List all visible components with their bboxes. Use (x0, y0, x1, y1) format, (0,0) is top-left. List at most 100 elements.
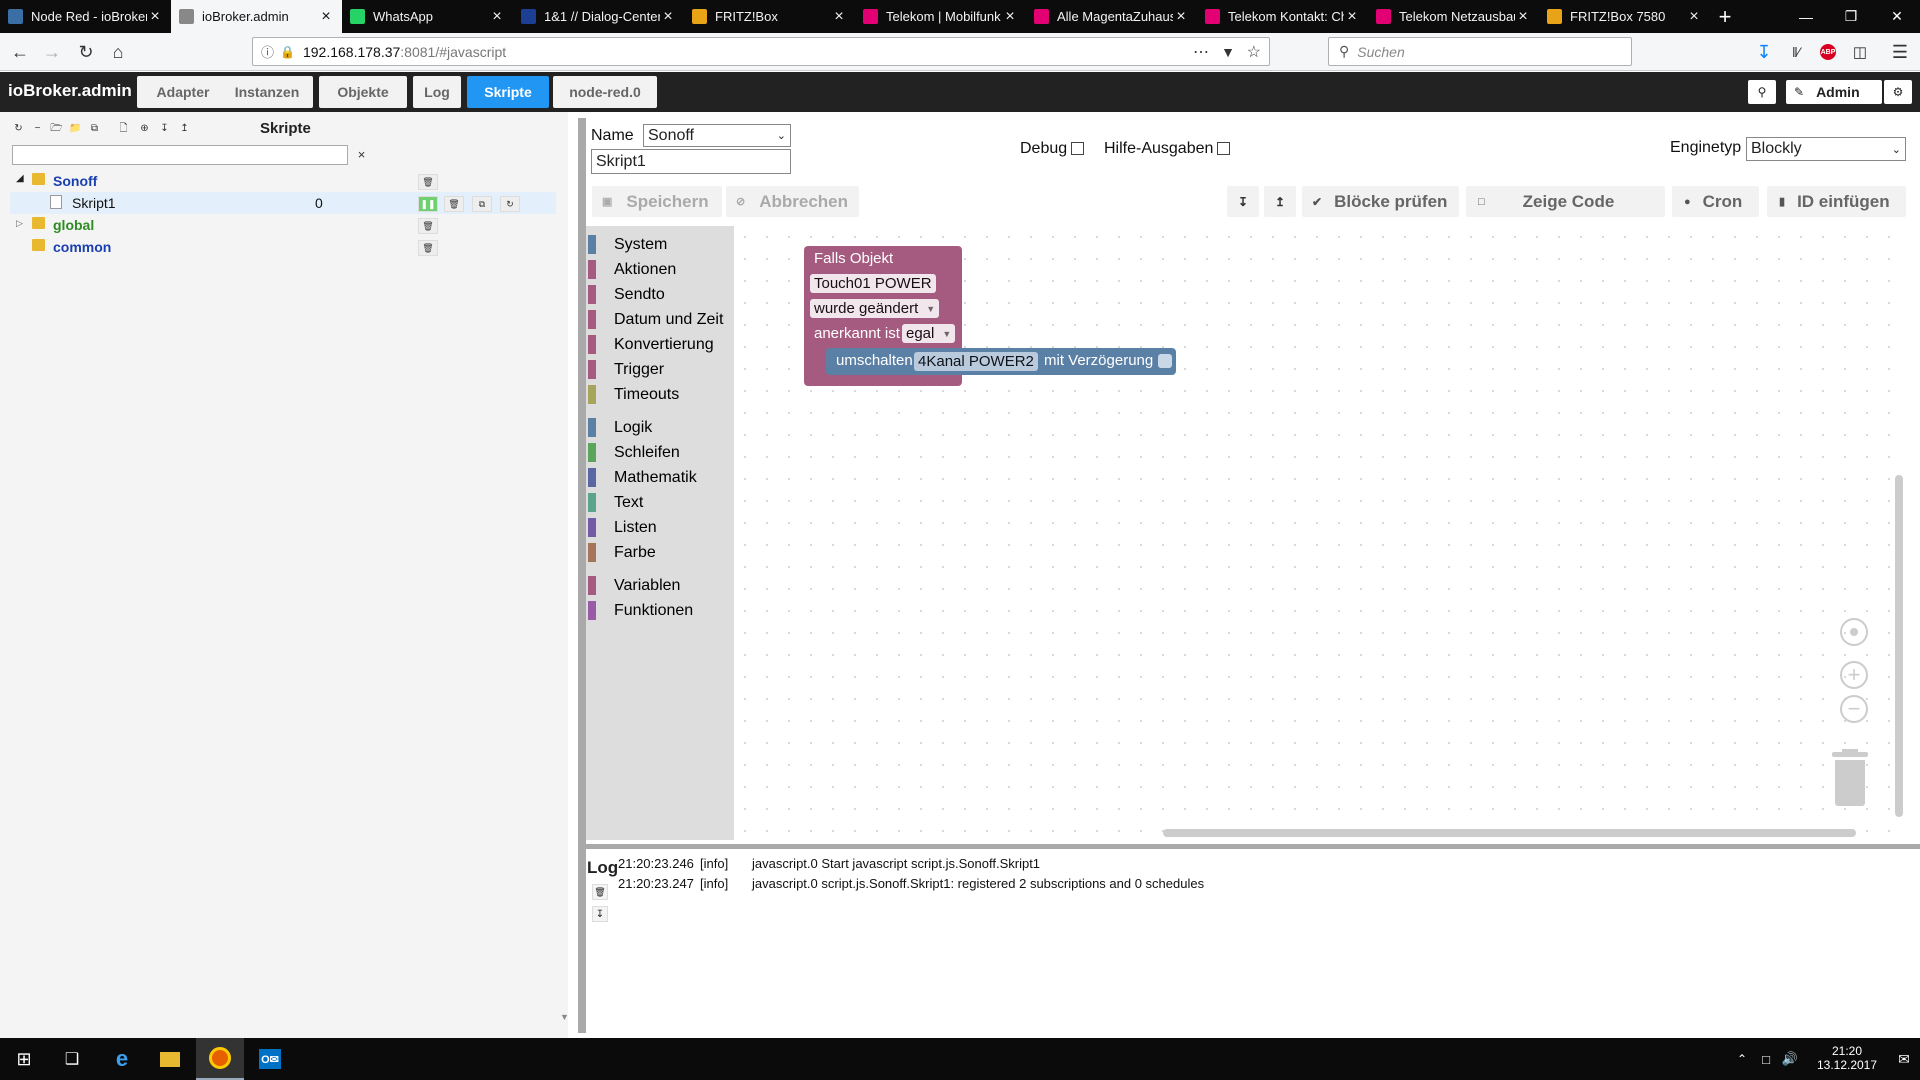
close-tab-icon[interactable]: × (1515, 8, 1531, 26)
trigger-object-field[interactable]: Touch01 POWER (810, 274, 936, 293)
search-icon[interactable]: ⚲ (1748, 80, 1776, 104)
windows-start-icon[interactable]: ⊞ (0, 1038, 48, 1080)
browser-tab[interactable]: Telekom Kontakt: Ch × (1197, 0, 1368, 33)
delete-icon[interactable]: 🗑 (418, 240, 438, 256)
close-tab-icon[interactable]: × (318, 8, 334, 26)
tree-row-sonoff[interactable]: ◢ Sonoff 🗑 (10, 170, 556, 192)
url-bar[interactable]: ⓘ 🔒 192.168.178.37:8081/#javascript ⋯ ▼ … (252, 37, 1270, 66)
pocket-icon[interactable]: ▼ (1221, 44, 1235, 60)
zoom-out-icon[interactable]: − (1840, 695, 1868, 723)
browser-tab[interactable]: FRITZ!Box × (684, 0, 855, 33)
delete-icon[interactable]: 🗑 (444, 196, 464, 212)
firefox-icon[interactable] (196, 1038, 244, 1080)
toolbox-category[interactable]: Funktionen (586, 599, 734, 622)
tree-row-common[interactable]: common 🗑 (10, 236, 556, 258)
close-tab-icon[interactable]: × (489, 8, 505, 26)
browser-tab[interactable]: 1&1 // Dialog-Center × (513, 0, 684, 33)
forward-icon[interactable]: → (38, 38, 66, 66)
task-view-icon[interactable]: ❑ (48, 1038, 96, 1080)
tab-adapter[interactable]: Adapter (137, 76, 229, 108)
home-icon[interactable]: ⌂ (104, 38, 132, 66)
engine-select[interactable]: Blockly ⌄ (1746, 137, 1906, 161)
hilfe-checkbox[interactable] (1217, 142, 1231, 156)
minimize-icon[interactable]: — (1783, 0, 1829, 33)
search-input[interactable]: ⚲ Suchen (1328, 37, 1632, 66)
tab-log[interactable]: Log (413, 76, 461, 108)
refresh-icon[interactable]: ↻ (12, 122, 25, 135)
menu-icon[interactable]: ☰ (1886, 38, 1914, 66)
close-tab-icon[interactable]: × (831, 8, 847, 26)
scroll-down-icon[interactable]: ▼ (560, 1012, 569, 1022)
user-button[interactable]: ✎ Admin (1786, 80, 1882, 104)
delete-icon[interactable]: 🗑 (418, 218, 438, 234)
browser-tab[interactable]: Telekom | Mobilfunk × (855, 0, 1026, 33)
browser-tab[interactable]: ioBroker.admin × (171, 0, 342, 33)
tab-node-red[interactable]: node-red.0 (553, 76, 657, 108)
outlook-icon[interactable]: O✉ (246, 1038, 294, 1080)
check-blocks-button[interactable]: ✔ Blöcke prüfen (1302, 186, 1459, 217)
new-file-icon[interactable]: 🗋 (117, 122, 130, 135)
debug-option[interactable]: Debug (1020, 140, 1085, 158)
toolbox-category[interactable]: Variablen (586, 574, 734, 597)
network-icon[interactable]: □ (1754, 1038, 1778, 1080)
browser-tab[interactable]: Telekom Netzausbau × (1368, 0, 1539, 33)
add-icon[interactable]: ⊕ (138, 122, 151, 135)
volume-icon[interactable]: 🔊 (1778, 1038, 1802, 1080)
horizontal-scrollbar[interactable] (1163, 829, 1856, 837)
import-icon[interactable]: ↥ (1264, 186, 1296, 217)
browser-tab[interactable]: WhatsApp × (342, 0, 513, 33)
close-tab-icon[interactable]: × (1344, 8, 1360, 26)
insert-id-button[interactable]: ▮ ID einfügen (1767, 186, 1906, 217)
clear-log-icon[interactable]: 🗑 (592, 884, 608, 900)
taskbar-clock[interactable]: 21:20 13.12.2017 (1806, 1044, 1888, 1072)
close-window-icon[interactable]: ✕ (1874, 0, 1920, 33)
export-icon[interactable]: ↧ (1227, 186, 1259, 217)
expand-icon[interactable]: ◢ (16, 173, 24, 184)
toolbox-category[interactable]: Aktionen (586, 258, 734, 281)
close-tab-icon[interactable]: × (660, 8, 676, 26)
panel-splitter[interactable] (578, 118, 586, 1033)
toolbox-category[interactable]: Mathematik (586, 466, 734, 489)
cancel-button[interactable]: ⊘ Abbrechen (726, 186, 859, 217)
delay-checkbox[interactable] (1158, 354, 1172, 368)
toolbox-category[interactable]: Timeouts (586, 383, 734, 406)
toolbox-category[interactable]: Listen (586, 516, 734, 539)
toggle-action-block[interactable]: umschalten 4Kanal POWER2 mit Verzögerung (826, 348, 1176, 375)
expand-icon[interactable]: ▷ (16, 218, 23, 229)
trigger-ack-field[interactable]: egal ▼ (902, 324, 956, 343)
toolbox-category[interactable]: Trigger (586, 358, 734, 381)
delete-icon[interactable]: 🗑 (418, 174, 438, 190)
zoom-in-icon[interactable]: + (1840, 661, 1868, 689)
folder-icon[interactable]: 📁 (69, 122, 82, 135)
tab-instanzen[interactable]: Instanzen (221, 76, 313, 108)
tree-row-skript1[interactable]: Skript1 0 ❚❚ 🗑 ⧉ ↻ (10, 192, 556, 214)
save-button[interactable]: ▣ Speichern (592, 186, 722, 217)
pause-icon[interactable]: ❚❚ (418, 196, 438, 212)
close-tab-icon[interactable]: × (1173, 8, 1189, 26)
folder-open-icon[interactable]: 🗁 (50, 122, 63, 135)
toolbox-category[interactable]: Datum und Zeit (586, 308, 734, 331)
tree-filter-input[interactable] (12, 145, 348, 165)
notifications-icon[interactable]: ✉ (1888, 1038, 1920, 1080)
browser-tab[interactable]: Node Red - ioBroker × (0, 0, 171, 33)
restore-icon[interactable]: ❐ (1828, 0, 1874, 33)
tray-expand-icon[interactable]: ⌃ (1730, 1038, 1754, 1080)
page-actions-icon[interactable]: ⋯ (1193, 42, 1209, 62)
info-icon[interactable]: ⓘ (261, 42, 274, 61)
download-log-icon[interactable]: ↧ (592, 906, 608, 922)
bookmark-star-icon[interactable]: ☆ (1247, 42, 1261, 62)
browser-tab[interactable]: FRITZ!Box 7580 × (1539, 0, 1710, 33)
download-icon[interactable]: ↧ (1750, 38, 1778, 66)
tab-skripte[interactable]: Skripte (467, 76, 549, 108)
collapse-icon[interactable]: − (31, 122, 44, 135)
adblock-icon[interactable]: ABP (1814, 38, 1842, 66)
restart-icon[interactable]: ↻ (500, 196, 520, 212)
export-icon[interactable]: ↧ (158, 122, 171, 135)
clear-filter-icon[interactable]: × (355, 148, 368, 161)
back-icon[interactable]: ← (6, 38, 34, 66)
recenter-icon[interactable] (1840, 618, 1868, 646)
toolbox-category[interactable]: Logik (586, 416, 734, 439)
close-tab-icon[interactable]: × (1686, 8, 1702, 26)
new-tab-icon[interactable]: + (1710, 0, 1740, 33)
settings-gear-icon[interactable]: ⚙ (1884, 80, 1912, 104)
